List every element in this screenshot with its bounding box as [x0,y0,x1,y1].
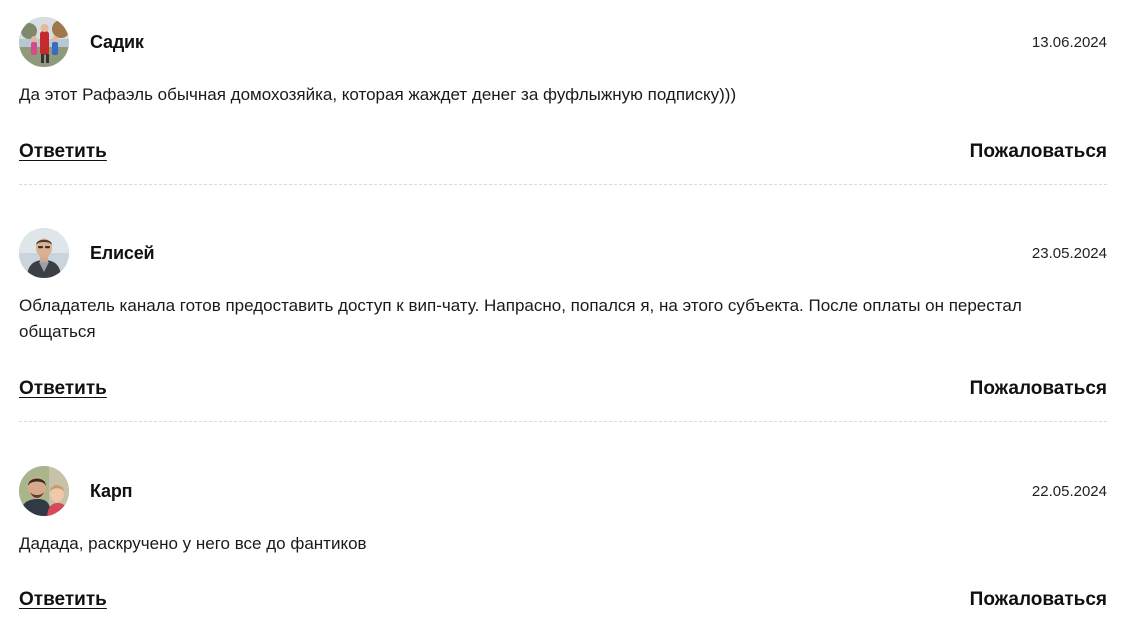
divider [19,421,1107,422]
avatar-photo [19,466,69,516]
comment-actions: Ответить Пожаловаться [19,589,1107,615]
reply-link[interactable]: Ответить [19,378,107,400]
comment-author: Елисей [90,243,155,263]
reply-link[interactable]: Ответить [19,589,107,611]
comment-author: Карп [90,481,133,501]
comment-header: Елисей 23.05.2024 [19,228,1107,280]
avatar [19,17,69,67]
comment-item: Карп 22.05.2024 Дадада, раскручено у нег… [19,466,1107,610]
comment-header: Карп 22.05.2024 [19,466,1107,518]
comments-list: Садик 13.06.2024 Да этот Рафаэль обычная… [0,0,1136,630]
avatar [19,228,69,278]
comment-date: 22.05.2024 [1031,483,1107,500]
comment-text: Обладатель канала готов предоставить дос… [19,296,1022,341]
comment-actions: Ответить Пожаловаться [19,378,1107,404]
comment-actions: Ответить Пожаловаться [19,141,1107,167]
reply-link[interactable]: Ответить [19,141,107,163]
avatar [19,466,69,516]
comment-text: Дадада, раскручено у него все до фантико… [19,534,367,553]
comment-author: Садик [90,32,144,52]
report-link[interactable]: Пожаловаться [970,589,1107,611]
divider [19,184,1107,185]
report-link[interactable]: Пожаловаться [970,141,1107,163]
comment-date: 13.06.2024 [1031,34,1107,51]
comment-item: Садик 13.06.2024 Да этот Рафаэль обычная… [19,17,1107,162]
comment-text: Да этот Рафаэль обычная домохозяйка, кот… [19,85,737,104]
comment-header: Садик 13.06.2024 [19,17,1107,69]
comment-item: Елисей 23.05.2024 Обладатель канала гото… [19,228,1107,399]
comment-date: 23.05.2024 [1031,245,1107,262]
avatar-photo [19,228,69,278]
report-link[interactable]: Пожаловаться [970,378,1107,400]
avatar-photo [19,17,69,67]
